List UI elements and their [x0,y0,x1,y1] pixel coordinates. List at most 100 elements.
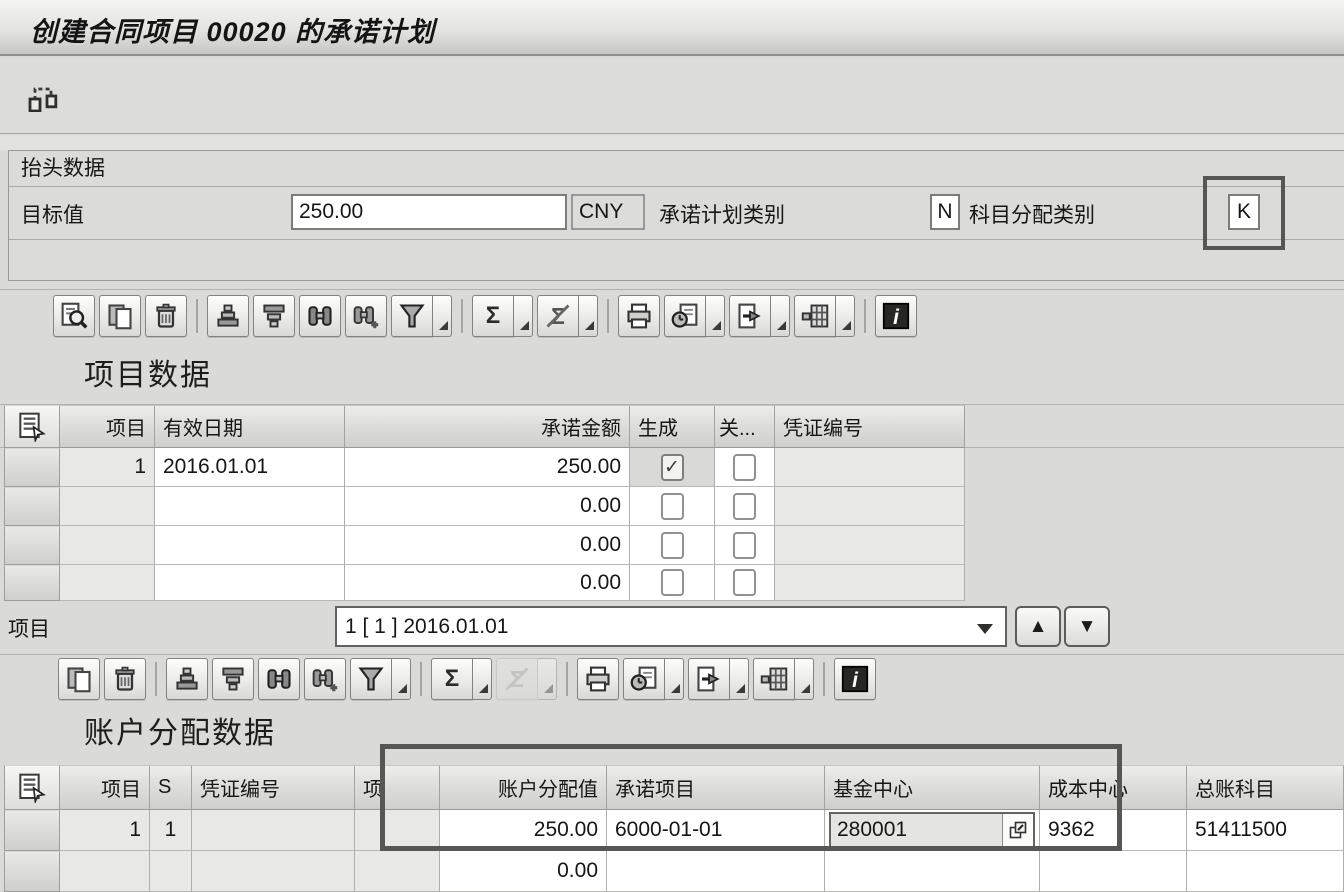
column-header-assign-value[interactable]: 账户分配值 [440,765,607,810]
commit-amount-cell[interactable]: 0.00 [345,487,630,526]
row-selector[interactable] [4,448,60,487]
views-dropdown-arrow-icon[interactable] [706,295,725,337]
column-header-doc-number[interactable]: 凭证编号 [192,765,355,810]
sort-asc-icon[interactable] [166,658,208,700]
sum-dropdown-arrow-icon[interactable] [473,658,492,700]
info-icon[interactable]: i [834,658,876,700]
filter-icon[interactable] [350,658,392,700]
valid-date-cell[interactable] [155,565,345,601]
column-header-cost-center[interactable]: 成本中心 [1040,765,1187,810]
closed-checkbox[interactable] [733,569,756,596]
cost-center-cell[interactable]: 9362 [1040,810,1187,851]
column-header-closed[interactable]: 关... [715,405,775,448]
delete-icon[interactable] [104,658,146,700]
hierarchy-icon[interactable] [28,80,62,113]
row-selector[interactable] [4,851,60,892]
gl-account-cell[interactable]: 51411500 [1187,810,1344,851]
row-selector[interactable] [4,810,60,851]
closed-checkbox[interactable] [733,492,756,520]
copy-icon[interactable] [99,295,141,337]
export-dropdown-arrow-icon[interactable] [730,658,749,700]
generated-checkbox[interactable] [660,569,684,596]
column-header-doc-number[interactable]: 凭证编号 [775,405,965,448]
select-all-icon[interactable] [4,765,60,810]
fund-center-cell[interactable] [825,851,1040,892]
column-header-seq[interactable]: 项 [355,765,440,810]
subtotal-dropdown-arrow-icon[interactable] [538,658,557,700]
views-icon[interactable] [664,295,706,337]
select-all-icon[interactable] [4,405,60,448]
find-next-icon[interactable] [304,658,346,700]
column-header-item[interactable]: 项目 [60,405,155,448]
copy-icon[interactable] [58,658,100,700]
layout-dropdown-arrow-icon[interactable] [795,658,814,700]
closed-checkbox[interactable] [733,531,756,559]
checkmark-icon: ✓ [664,456,680,478]
delete-icon[interactable] [145,295,187,337]
views-dropdown-arrow-icon[interactable] [665,658,684,700]
sort-desc-icon[interactable] [212,658,254,700]
export-icon[interactable] [688,658,730,700]
column-header-generated[interactable]: 生成 [630,405,715,448]
column-header-valid-date[interactable]: 有效日期 [155,405,345,448]
find-icon[interactable] [299,295,341,337]
views-icon[interactable] [623,658,665,700]
column-header-item[interactable]: 项目 [60,765,150,810]
generated-checkbox[interactable]: ✓ [660,453,684,481]
subtotal-icon[interactable]: Σ [496,658,538,700]
account-assignment-category-field[interactable]: K [1228,194,1260,230]
commit-amount-cell[interactable]: 0.00 [345,526,630,565]
sort-desc-icon[interactable] [253,295,295,337]
print-icon[interactable] [577,658,619,700]
info-icon[interactable]: i [875,295,917,337]
sum-icon[interactable]: Σ [472,295,514,337]
row-selector[interactable] [4,565,60,601]
subtotal-icon[interactable]: Σ [537,295,579,337]
subtotal-dropdown-arrow-icon[interactable] [579,295,598,337]
layout-icon[interactable] [753,658,795,700]
value-help-icon[interactable] [1002,814,1033,846]
layout-dropdown-arrow-icon[interactable] [836,295,855,337]
sort-asc-icon[interactable] [207,295,249,337]
assign-value-cell[interactable]: 0.00 [440,851,607,892]
cost-center-cell[interactable] [1040,851,1187,892]
layout-icon[interactable] [794,295,836,337]
print-icon[interactable] [618,295,660,337]
commit-item-cell[interactable] [607,851,825,892]
find-next-icon[interactable] [345,295,387,337]
next-item-button[interactable]: ▼ [1064,606,1110,647]
details-icon[interactable] [53,295,95,337]
previous-item-button[interactable]: ▲ [1015,606,1061,647]
column-header-gl-account[interactable]: 总账科目 [1187,765,1344,810]
valid-date-cell[interactable]: 2016.01.01 [155,448,345,487]
filter-dropdown-arrow-icon[interactable] [433,295,452,337]
target-value-input[interactable] [291,194,567,230]
assign-value-cell[interactable]: 250.00 [440,810,607,851]
filter-dropdown-arrow-icon[interactable] [392,658,411,700]
column-header-commit-amount[interactable]: 承诺金额 [345,405,630,448]
commit-amount-cell[interactable]: 250.00 [345,448,630,487]
closed-checkbox[interactable] [733,453,756,481]
sum-icon[interactable]: Σ [431,658,473,700]
item-selector-dropdown[interactable]: 1 [ 1 ] 2016.01.01 [335,606,1007,647]
sum-dropdown-arrow-icon[interactable] [514,295,533,337]
valid-date-cell[interactable] [155,526,345,565]
commit-plan-type-field[interactable]: N [930,194,960,230]
fund-center-input[interactable]: 280001 [829,812,1035,848]
gl-account-cell[interactable] [1187,851,1344,892]
commit-amount-cell[interactable]: 0.00 [345,565,630,601]
generated-checkbox[interactable] [660,492,684,520]
valid-date-cell[interactable] [155,487,345,526]
filter-icon[interactable] [391,295,433,337]
column-header-fund-center[interactable]: 基金中心 [825,765,1040,810]
generated-checkbox[interactable] [660,531,684,559]
find-icon[interactable] [258,658,300,700]
item-cell [60,526,155,565]
row-selector[interactable] [4,526,60,565]
column-header-commit-item[interactable]: 承诺项目 [607,765,825,810]
export-icon[interactable] [729,295,771,337]
row-selector[interactable] [4,487,60,526]
commit-item-cell[interactable]: 6000-01-01 [607,810,825,851]
column-header-s[interactable]: S [150,765,192,810]
export-dropdown-arrow-icon[interactable] [771,295,790,337]
